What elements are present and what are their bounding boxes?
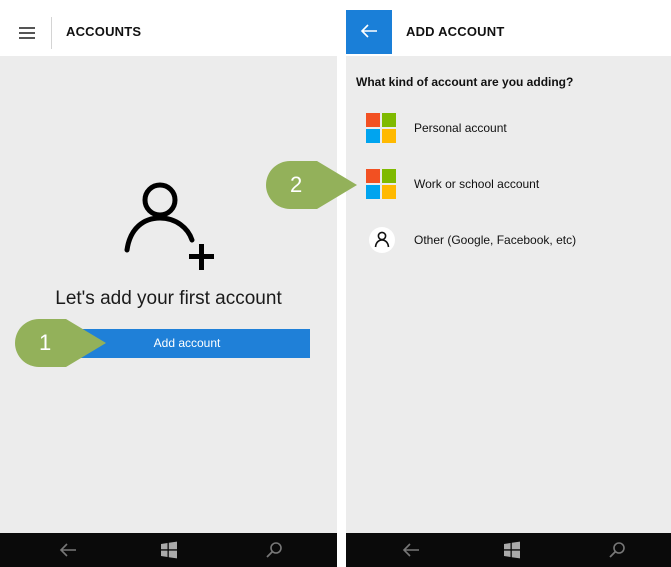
windows-start-icon[interactable] <box>503 541 521 564</box>
callout-step-2: 2 <box>265 160 359 210</box>
add-account-screen: ADD ACCOUNT What kind of account are you… <box>346 0 671 567</box>
callout-number: 1 <box>39 330 52 355</box>
navigation-bar <box>346 533 671 567</box>
option-label: Personal account <box>414 121 507 135</box>
account-type-question: What kind of account are you adding? <box>356 75 574 89</box>
accounts-header: ACCOUNTS <box>0 0 337 56</box>
search-icon[interactable] <box>265 541 283 564</box>
navigation-bar <box>0 533 337 567</box>
header-divider <box>51 17 52 49</box>
page-title: ADD ACCOUNT <box>406 24 505 39</box>
callout-step-1: 1 <box>14 318 108 368</box>
back-arrow-icon <box>360 24 377 38</box>
empty-state-message: Let's add your first account <box>55 288 282 309</box>
other-account-option[interactable]: Other (Google, Facebook, etc) <box>346 222 671 258</box>
search-icon[interactable] <box>608 541 626 564</box>
work-school-account-option[interactable]: Work or school account <box>346 166 671 202</box>
microsoft-logo-icon <box>366 169 396 199</box>
microsoft-logo-icon <box>366 113 396 143</box>
callout-number: 2 <box>290 172 303 197</box>
add-account-header: ADD ACCOUNT <box>346 0 671 56</box>
person-icon <box>369 227 395 253</box>
back-arrow-icon[interactable] <box>401 541 421 564</box>
hamburger-menu-icon[interactable] <box>19 27 35 39</box>
option-label: Work or school account <box>414 177 540 191</box>
personal-account-option[interactable]: Personal account <box>346 110 671 146</box>
accounts-screen: ACCOUNTS Let's add your first account Ad… <box>0 0 337 567</box>
windows-start-icon[interactable] <box>160 541 178 564</box>
option-label: Other (Google, Facebook, etc) <box>414 233 577 247</box>
add-person-icon <box>122 178 222 279</box>
back-button[interactable] <box>346 10 392 54</box>
page-title: ACCOUNTS <box>66 24 142 39</box>
back-arrow-icon[interactable] <box>58 541 78 564</box>
screen-divider <box>337 0 346 567</box>
